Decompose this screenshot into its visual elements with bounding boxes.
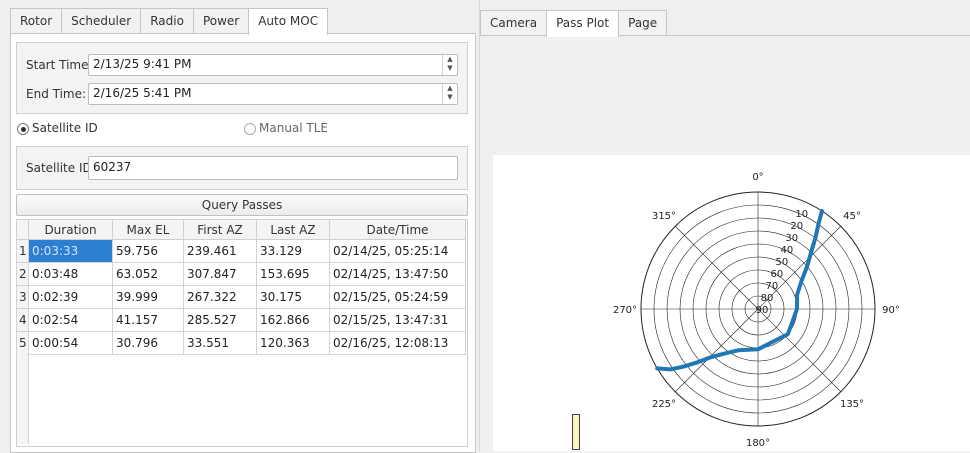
elevation-label: 50 [776, 257, 789, 268]
elevation-label: 60 [771, 269, 784, 280]
tab-auto-moc[interactable]: Auto MOC [248, 8, 329, 35]
polar-pass-plot: 0° 45° 90° 135° 180° 225° 270° 315° 102030405060… [613, 172, 900, 449]
azimuth-label: 180° [746, 438, 770, 449]
azimuth-label: 270° [613, 305, 637, 316]
status-marker [572, 414, 580, 450]
elevation-label: 30 [785, 233, 798, 244]
azimuth-label: 225° [652, 399, 676, 410]
azimuth-label: 90° [882, 305, 900, 316]
azimuth-spoke [757, 308, 841, 392]
elevation-label: 20 [790, 221, 803, 232]
elevation-label: 40 [781, 245, 794, 256]
tab-pass-plot[interactable]: Pass Plot [546, 10, 620, 37]
elevation-label: 10 [795, 209, 808, 220]
azimuth-label: 135° [840, 399, 864, 410]
azimuth-label: 0° [752, 172, 763, 183]
elevation-label: 90 [756, 305, 769, 316]
elevation-label: 70 [766, 281, 779, 292]
azimuth-spoke [675, 226, 759, 310]
azimuth-label: 315° [652, 211, 676, 222]
elevation-label: 80 [761, 293, 774, 304]
azimuth-label: 45° [843, 211, 861, 222]
